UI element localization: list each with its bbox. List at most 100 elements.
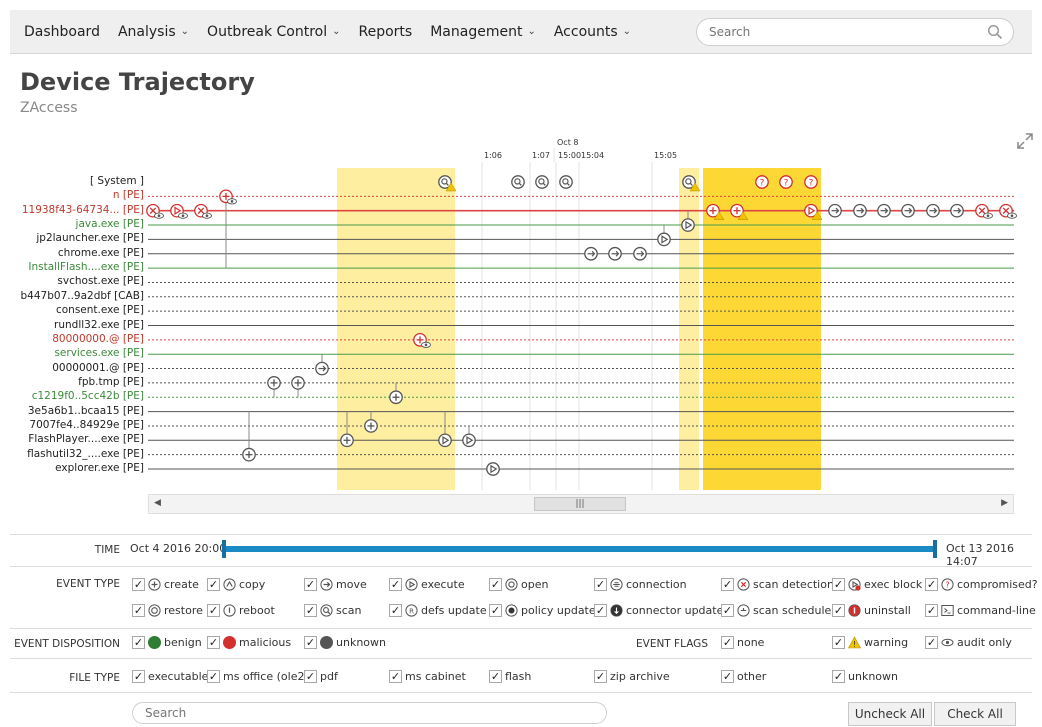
scan-event-icon xyxy=(511,175,525,189)
checkbox[interactable]: ✓ xyxy=(489,670,502,683)
horizontal-scrollbar[interactable]: ◀ ||| ▶ xyxy=(148,494,1014,514)
checkbox[interactable]: ✓ xyxy=(925,636,938,649)
checkbox[interactable]: ✓ xyxy=(721,578,734,591)
checkbox[interactable]: ✓ xyxy=(207,670,220,683)
filter-search-input[interactable] xyxy=(145,706,585,720)
checkbox[interactable]: ✓ xyxy=(721,670,734,683)
checkbox[interactable]: ✓ xyxy=(832,670,845,683)
checkbox[interactable]: ✓ xyxy=(832,578,845,591)
file-type-unknown[interactable]: ✓ unknown xyxy=(832,670,898,683)
disposition-unknown[interactable]: ✓ unknown xyxy=(304,636,386,649)
flag-audit-only[interactable]: ✓ audit only xyxy=(925,636,1012,649)
checkbox[interactable]: ✓ xyxy=(207,578,220,591)
scroll-right-arrow-icon[interactable]: ▶ xyxy=(1001,498,1008,508)
file-type-ms-cabinet[interactable]: ✓ ms cabinet xyxy=(389,670,466,683)
file-type-ms-office-ole2[interactable]: ✓ ms office (ole2) xyxy=(207,670,309,683)
disposition-benign[interactable]: ✓ benign xyxy=(132,636,202,649)
file-type-pdf[interactable]: ✓ pdf xyxy=(304,670,338,683)
checkbox[interactable]: ✓ xyxy=(721,636,734,649)
checkbox[interactable]: ✓ xyxy=(925,604,938,617)
event-type-label: reboot xyxy=(239,604,275,617)
file-type-executable[interactable]: ✓ executable xyxy=(132,670,208,683)
event-type-copy[interactable]: ✓ copy xyxy=(207,578,265,591)
checkbox[interactable]: ✓ xyxy=(132,578,145,591)
scan schedule-icon xyxy=(737,604,750,617)
create-event-icon xyxy=(242,447,256,462)
checkbox[interactable]: ✓ xyxy=(832,604,845,617)
checkbox[interactable]: ✓ xyxy=(489,604,502,617)
event-type-execute[interactable]: ✓ execute xyxy=(389,578,465,591)
checkbox[interactable]: ✓ xyxy=(304,604,317,617)
event-type-exec-block[interactable]: ✓ exec block xyxy=(832,578,922,591)
event-type-defs-update[interactable]: ✓ Rdefs update xyxy=(389,604,487,617)
warning-icon: ! xyxy=(848,636,861,649)
event-type-connector-update[interactable]: ✓ connector update xyxy=(594,604,723,617)
uncheck-all-button[interactable]: Uncheck All xyxy=(848,702,932,726)
highlight-band xyxy=(679,168,699,490)
connector update-icon xyxy=(610,604,623,617)
checkbox[interactable]: ✓ xyxy=(389,578,402,591)
bottom-search-box[interactable] xyxy=(132,702,607,724)
checkbox[interactable]: ✓ xyxy=(207,636,220,649)
scroll-thumb[interactable]: ||| xyxy=(534,497,626,511)
check-all-button[interactable]: Check All xyxy=(934,702,1016,726)
scan-event-icon xyxy=(559,175,573,189)
checkbox[interactable]: ✓ xyxy=(389,604,402,617)
event-type-uninstall[interactable]: ✓ uninstall xyxy=(832,604,911,617)
event-type-scan-detection[interactable]: ✓ scan detection xyxy=(721,578,834,591)
event-type-label: move xyxy=(336,578,367,591)
file-type-flash[interactable]: ✓ flash xyxy=(489,670,531,683)
time-slider-start-handle[interactable] xyxy=(222,540,226,558)
flag-warning[interactable]: ✓! warning xyxy=(832,636,908,649)
event-type-connection[interactable]: ✓ connection xyxy=(594,578,687,591)
event-type-command-line[interactable]: ✓ command-line xyxy=(925,604,1036,617)
move-event-icon xyxy=(901,203,915,218)
checkbox[interactable]: ✓ xyxy=(207,604,220,617)
event-type-scan-schedule[interactable]: ✓ scan schedule xyxy=(721,604,831,617)
scan detection-icon xyxy=(737,578,750,591)
time-tick-label: 15:00 xyxy=(558,151,581,160)
event-type-move[interactable]: ✓ move xyxy=(304,578,367,591)
checkbox[interactable]: ✓ xyxy=(132,604,145,617)
execute-event-icon xyxy=(486,462,500,476)
checkbox[interactable]: ✓ xyxy=(304,636,317,649)
event-type-scan[interactable]: ✓ scan xyxy=(304,604,362,617)
divider xyxy=(10,534,1032,535)
highlight-band xyxy=(337,168,455,490)
disposition-label: malicious xyxy=(239,636,292,649)
time-range-slider[interactable] xyxy=(224,546,936,552)
move-event-icon xyxy=(877,203,891,218)
eye-icon xyxy=(941,638,954,647)
flag-none[interactable]: ✓ none xyxy=(721,636,764,649)
file-type-other[interactable]: ✓ other xyxy=(721,670,766,683)
checkbox[interactable]: ✓ xyxy=(489,578,502,591)
event-type-compromised[interactable]: ✓? compromised? xyxy=(925,578,1038,591)
time-start: Oct 4 2016 20:00 xyxy=(130,542,227,555)
event-type-create[interactable]: ✓ create xyxy=(132,578,199,591)
time-slider-end-handle[interactable] xyxy=(933,540,937,558)
checkbox[interactable]: ✓ xyxy=(389,670,402,683)
event-type-reboot[interactable]: ✓ reboot xyxy=(207,604,275,617)
checkbox[interactable]: ✓ xyxy=(594,578,607,591)
event-type-policy-update[interactable]: ✓ policy update xyxy=(489,604,596,617)
file-type-zip-archive[interactable]: ✓ zip archive xyxy=(594,670,670,683)
trajectory-graph: 1:06 1:07 15:00 15:04 15:05 Oct 8??? xyxy=(146,138,1017,490)
file-type-label: unknown xyxy=(848,670,898,683)
policy update-icon xyxy=(505,604,518,617)
scroll-left-arrow-icon[interactable]: ◀ xyxy=(154,498,161,508)
event-type-restore[interactable]: ✓ restore xyxy=(132,604,203,617)
compromised-event-icon: ? xyxy=(804,175,818,189)
disposition-malicious[interactable]: ✓ malicious xyxy=(207,636,291,649)
file-type-label: other xyxy=(737,670,767,683)
checkbox[interactable]: ✓ xyxy=(594,604,607,617)
checkbox[interactable]: ✓ xyxy=(925,578,938,591)
checkbox[interactable]: ✓ xyxy=(594,670,607,683)
divider xyxy=(10,658,1032,659)
checkbox[interactable]: ✓ xyxy=(132,636,145,649)
checkbox[interactable]: ✓ xyxy=(304,578,317,591)
event-type-open[interactable]: ✓ open xyxy=(489,578,548,591)
checkbox[interactable]: ✓ xyxy=(721,604,734,617)
checkbox[interactable]: ✓ xyxy=(132,670,145,683)
checkbox[interactable]: ✓ xyxy=(304,670,317,683)
checkbox[interactable]: ✓ xyxy=(832,636,845,649)
